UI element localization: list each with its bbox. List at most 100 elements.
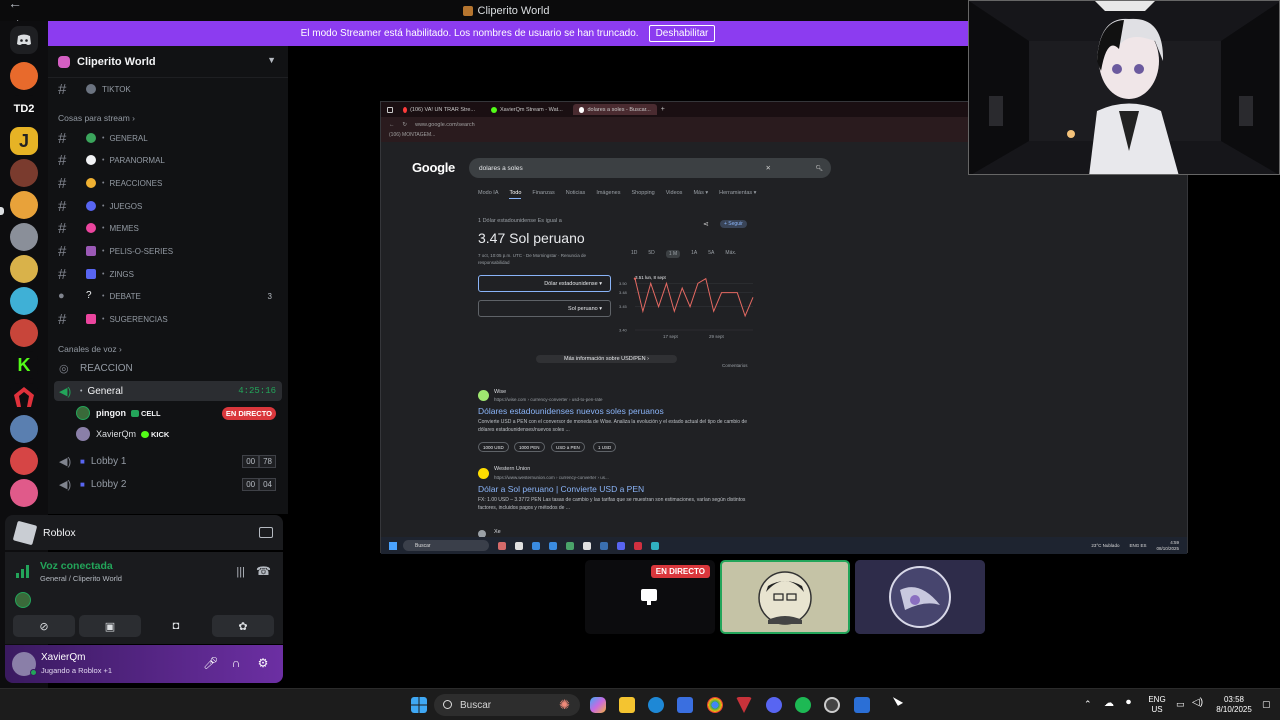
- discord-icon[interactable]: [766, 697, 782, 713]
- browser-tab-active[interactable]: dolares a soles - Buscar...: [572, 104, 657, 115]
- gtab[interactable]: Más ▾: [693, 190, 708, 199]
- windows-start-icon[interactable]: [411, 697, 427, 713]
- file-explorer-icon[interactable]: [619, 697, 635, 713]
- gtab[interactable]: Imágenes: [596, 190, 620, 199]
- clock[interactable]: 03:58 8/10/2025: [1210, 695, 1258, 715]
- screen-share-icon[interactable]: [259, 527, 273, 538]
- disable-streamer-button[interactable]: Deshabilitar: [648, 25, 716, 42]
- browser-tab[interactable]: (106) VA! UN TRAR Stre...: [397, 104, 481, 115]
- from-currency-select[interactable]: Dólar estadounidense ▾: [478, 275, 611, 292]
- more-info-button[interactable]: Más información sobre USD/PEN ›: [536, 355, 677, 363]
- language-indicator[interactable]: ENG US: [1147, 695, 1167, 715]
- channel-debate[interactable]: ●? • DEBATE 3: [56, 286, 284, 306]
- gtab[interactable]: Shopping: [631, 190, 654, 199]
- gtab[interactable]: Noticias: [566, 190, 586, 199]
- range-chip[interactable]: 1D: [631, 250, 637, 258]
- microphone-icon[interactable]: 🎤︎: [203, 656, 218, 670]
- channel-sugerencias[interactable]: # • SUGERENCIAS: [56, 309, 284, 329]
- google-search-box[interactable]: dolares a soles ✕ 🔍︎: [469, 158, 831, 178]
- range-chip[interactable]: 5D: [648, 250, 654, 258]
- roblox-app-icon[interactable]: [854, 697, 870, 713]
- range-chip[interactable]: Máx.: [725, 250, 736, 258]
- share-icon[interactable]: ⋖: [703, 220, 709, 228]
- gtab[interactable]: Herramientas ▾: [719, 190, 756, 199]
- taskbar-search[interactable]: Buscar ✺: [434, 694, 580, 716]
- server-icon-5[interactable]: [10, 223, 38, 251]
- range-chip-active[interactable]: 1 M: [665, 250, 681, 258]
- voice-channel-lobby-1[interactable]: ◀) ■ Lobby 1 00 78: [54, 451, 282, 471]
- channel-memes[interactable]: # • MEMES: [56, 218, 284, 238]
- result-chip[interactable]: 1000 USD: [478, 442, 509, 452]
- steam-icon[interactable]: [824, 697, 840, 713]
- server-header[interactable]: Cliperito World ▼: [48, 46, 288, 78]
- noise-suppression-icon[interactable]: |||: [236, 566, 245, 578]
- exchange-rate-chart[interactable]: 3.50 3.48 3.45 3.40 3.51 lun, 8 sept 17 sep…: [619, 270, 755, 340]
- channel-reacciones[interactable]: # • REACCIONES: [56, 173, 284, 193]
- participant-tile-pingon[interactable]: [720, 560, 850, 634]
- spotify-icon[interactable]: [795, 697, 811, 713]
- channel-general[interactable]: # • GENERAL: [56, 128, 284, 148]
- voice-member-pingon[interactable]: pingon CELL EN DIRECTO: [76, 404, 282, 422]
- chrome-icon[interactable]: [707, 697, 723, 713]
- gtab[interactable]: Finanzas: [532, 190, 554, 199]
- server-icon-6[interactable]: [10, 255, 38, 283]
- server-icon-8[interactable]: [10, 319, 38, 347]
- signal-icon[interactable]: [15, 564, 31, 578]
- channel-zings[interactable]: # • ZINGS: [56, 264, 284, 284]
- server-icon-1[interactable]: [10, 62, 38, 90]
- tray-chevron-icon[interactable]: ⌃: [1084, 699, 1092, 709]
- channel-pelis-o-series[interactable]: # • PELIS-O-SERIES: [56, 241, 284, 261]
- discord-home-icon[interactable]: [10, 26, 38, 54]
- volume-icon[interactable]: ◁): [1192, 698, 1203, 708]
- gear-icon[interactable]: ⚙: [256, 656, 270, 670]
- camera-off-button[interactable]: ⊘: [13, 615, 75, 637]
- follow-button[interactable]: + Seguir: [720, 220, 747, 228]
- feedback-link[interactable]: Comentarios: [722, 363, 748, 368]
- range-chip[interactable]: 5A: [708, 250, 714, 258]
- result-chip[interactable]: 1 USD: [593, 442, 617, 452]
- network-icon[interactable]: ▭: [1176, 699, 1185, 709]
- server-td2[interactable]: TD2: [10, 95, 38, 123]
- voice-location[interactable]: General / Cliperito World: [40, 574, 122, 583]
- browser-tab[interactable]: XavierQm Stream - Wat...: [485, 104, 569, 115]
- gtab-active[interactable]: Todo: [509, 190, 522, 199]
- microphone-icon[interactable]: ⏺: [1126, 698, 1131, 708]
- headphones-icon[interactable]: ∩: [229, 656, 243, 670]
- category-cosas-para-stream[interactable]: Cosas para stream ›: [58, 113, 135, 123]
- server-icon-10[interactable]: [10, 415, 38, 443]
- user-name[interactable]: XavierQm: [41, 652, 85, 663]
- server-icon-3[interactable]: [10, 159, 38, 187]
- result-title[interactable]: Dólar a Sol peruano | Convierte USD a PE…: [478, 484, 644, 494]
- server-icon-12[interactable]: [10, 479, 38, 507]
- voice-channel-lobby-2[interactable]: ◀) ■ Lobby 2 00 04: [54, 474, 282, 494]
- voice-status[interactable]: Voz conectada: [40, 560, 113, 572]
- onedrive-icon[interactable]: ☁: [1104, 699, 1114, 709]
- disconnect-icon[interactable]: ☎: [256, 564, 271, 578]
- result-chip[interactable]: 1000 PEN: [514, 442, 545, 452]
- notifications-icon[interactable]: ▢: [1262, 699, 1271, 709]
- gtab[interactable]: Videos: [666, 190, 683, 199]
- valorant-icon[interactable]: [736, 697, 752, 713]
- server-icon-11[interactable]: [10, 447, 38, 475]
- copilot-icon[interactable]: [590, 697, 606, 713]
- result-chip[interactable]: USD a PEN: [551, 442, 585, 452]
- range-chip[interactable]: 1A: [691, 250, 697, 258]
- gtab[interactable]: Modo IA: [478, 190, 498, 199]
- server-icon-red-logo[interactable]: [10, 383, 38, 411]
- activities-button[interactable]: ◘: [145, 615, 207, 637]
- soundboard-button[interactable]: ✿: [212, 615, 274, 637]
- participant-avatar[interactable]: [15, 592, 31, 608]
- voice-member-xavierqm[interactable]: XavierQm KICK: [76, 425, 282, 443]
- result-title[interactable]: Dólares estadounidenses nuevos soles per…: [478, 406, 664, 416]
- screen-share-button[interactable]: ▣: [79, 615, 141, 637]
- activity-panel[interactable]: Roblox: [5, 515, 283, 550]
- channel-paranormal[interactable]: # • PARANORMAL: [56, 150, 284, 170]
- participant-tile-stream[interactable]: EN DIRECTO: [585, 560, 715, 634]
- server-icon-7[interactable]: [10, 287, 38, 315]
- kick-server-icon[interactable]: K: [10, 351, 38, 379]
- server-icon-4[interactable]: [10, 191, 38, 219]
- store-icon[interactable]: [677, 697, 693, 713]
- voice-channel-general[interactable]: ◀) • General 4:25:16: [54, 381, 282, 401]
- edge-icon[interactable]: [648, 697, 664, 713]
- channel-tiktok[interactable]: # TIKTOK: [56, 79, 284, 99]
